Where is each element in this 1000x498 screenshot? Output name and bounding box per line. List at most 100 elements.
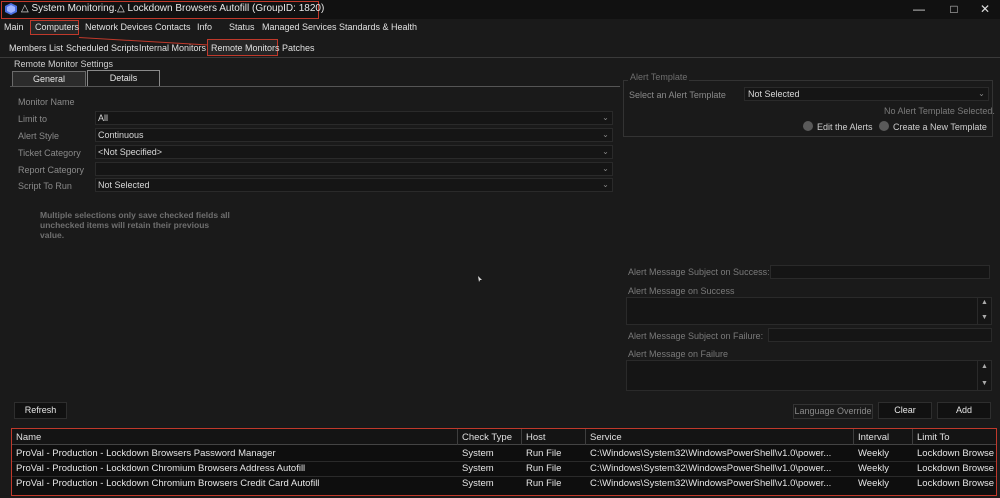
row-interval: Weekly <box>858 463 889 474</box>
menu-managed-services[interactable]: Managed Services <box>262 22 337 32</box>
menu-computers[interactable]: Computers <box>35 22 79 32</box>
refresh-button[interactable]: Refresh <box>14 402 67 419</box>
language-override-button[interactable]: Language Override <box>793 404 873 419</box>
chevron-down-icon: ⌄ <box>602 130 609 139</box>
menu-info[interactable]: Info <box>197 22 212 32</box>
chevron-down-icon: ⌄ <box>602 180 609 189</box>
column-check-type[interactable]: Check Type <box>462 432 512 443</box>
ticket-category-select[interactable]: <Not Specified> ⌄ <box>95 145 613 159</box>
subject-failure-input[interactable] <box>768 328 992 342</box>
ticket-category-label: Ticket Category <box>18 148 81 158</box>
chevron-down-icon: ⌄ <box>602 147 609 156</box>
tabs-divider <box>10 86 620 87</box>
alert-style-label: Alert Style <box>18 131 60 141</box>
row-service: C:\Windows\System32\WindowsPowerShell\v1… <box>590 463 832 474</box>
scroll-up-icon[interactable]: ▲ <box>981 299 988 306</box>
row-limit-to: Lockdown Browse <box>917 448 995 459</box>
tab-internal-monitors[interactable]: Internal Monitors <box>139 43 206 53</box>
message-failure-input[interactable]: ▲ ▼ <box>626 360 992 391</box>
row-service: C:\Windows\System32\WindowsPowerShell\v1… <box>590 448 832 459</box>
column-limit-to[interactable]: Limit To <box>917 432 950 443</box>
script-to-run-select[interactable]: Not Selected ⌄ <box>95 178 613 192</box>
row-host: Run File <box>526 448 562 459</box>
limit-to-select[interactable]: All ⌄ <box>95 111 613 125</box>
scroll-up-icon[interactable]: ▲ <box>981 363 988 370</box>
scrollbar[interactable]: ▲ ▼ <box>977 361 991 390</box>
limit-to-value: All <box>98 113 109 123</box>
window-title: △ System Monitoring.△ Lockdown Browsers … <box>21 3 325 14</box>
add-icon <box>879 121 889 131</box>
row-interval: Weekly <box>858 478 889 489</box>
row-check-type: System <box>462 478 494 489</box>
scrollbar[interactable]: ▲ ▼ <box>977 298 991 324</box>
message-success-label: Alert Message on Success <box>628 286 735 296</box>
main-menu: Main Computers Network Devices Contacts … <box>0 19 1000 38</box>
mouse-cursor-icon <box>478 276 482 282</box>
table-row[interactable]: ProVal - Production - Lockdown Chromium … <box>12 461 996 476</box>
tab-remote-monitors[interactable]: Remote Monitors <box>211 43 280 53</box>
edit-icon <box>803 121 813 131</box>
create-template-label: Create a New Template <box>893 122 987 132</box>
minimize-button[interactable]: — <box>906 1 932 17</box>
alert-template-select[interactable]: Not Selected ⌄ <box>744 87 989 101</box>
menu-main[interactable]: Main <box>4 22 24 32</box>
alert-template-title: Alert Template <box>628 72 690 82</box>
row-check-type: System <box>462 463 494 474</box>
subject-success-input[interactable] <box>770 265 990 279</box>
create-template-button[interactable]: Create a New Template <box>879 121 987 132</box>
edit-alerts-button[interactable]: Edit the Alerts <box>803 121 873 132</box>
column-service[interactable]: Service <box>590 432 622 443</box>
message-success-input[interactable]: ▲ ▼ <box>626 297 992 325</box>
menu-contacts[interactable]: Contacts <box>155 22 191 32</box>
row-service: C:\Windows\System32\WindowsPowerShell\v1… <box>590 478 832 489</box>
report-category-select[interactable]: ⌄ <box>95 162 613 176</box>
row-check-type: System <box>462 448 494 459</box>
alert-style-value: Continuous <box>98 130 144 140</box>
subject-success-label: Alert Message Subject on Success: <box>628 267 770 277</box>
tab-general[interactable]: General <box>12 71 86 86</box>
column-name[interactable]: Name <box>16 432 41 443</box>
column-interval[interactable]: Interval <box>858 432 889 443</box>
column-divider[interactable] <box>457 429 458 445</box>
column-divider[interactable] <box>853 429 854 445</box>
row-name: ProVal - Production - Lockdown Chromium … <box>16 478 320 489</box>
table-row[interactable]: ProVal - Production - Lockdown Browsers … <box>12 446 996 461</box>
message-failure-label: Alert Message on Failure <box>628 349 729 359</box>
edit-alerts-label: Edit the Alerts <box>817 122 873 132</box>
close-button[interactable]: ✕ <box>972 1 998 17</box>
menu-status[interactable]: Status <box>229 22 255 32</box>
column-divider[interactable] <box>912 429 913 445</box>
maximize-button[interactable]: □ <box>941 1 967 17</box>
column-host[interactable]: Host <box>526 432 546 443</box>
tab-members-list[interactable]: Members List <box>9 43 63 53</box>
row-limit-to: Lockdown Browse <box>917 478 995 489</box>
menu-network-devices[interactable]: Network Devices <box>85 22 153 32</box>
column-divider[interactable] <box>585 429 586 445</box>
tab-details[interactable]: Details <box>87 70 160 86</box>
menu-standards-health[interactable]: Standards & Health <box>339 22 417 32</box>
clear-button[interactable]: Clear <box>878 402 932 419</box>
alert-style-select[interactable]: Continuous ⌄ <box>95 128 613 142</box>
chevron-down-icon: ⌄ <box>978 89 985 98</box>
row-host: Run File <box>526 478 562 489</box>
monitor-name-label: Monitor Name <box>18 97 75 107</box>
add-button[interactable]: Add <box>937 402 991 419</box>
tab-patches[interactable]: Patches <box>282 43 315 53</box>
column-divider[interactable] <box>521 429 522 445</box>
settings-group-label: Remote Monitor Settings <box>14 59 114 69</box>
chevron-down-icon: ⌄ <box>602 164 609 173</box>
subject-failure-label: Alert Message Subject on Failure: <box>628 331 764 341</box>
scroll-down-icon[interactable]: ▼ <box>981 380 988 387</box>
row-limit-to: Lockdown Browse <box>917 463 995 474</box>
sub-tabs: Members List Scheduled Scripts Internal … <box>0 38 1000 58</box>
tab-scheduled-scripts[interactable]: Scheduled Scripts <box>66 43 139 53</box>
monitors-table: Name Check Type Host Service Interval Li… <box>11 428 997 496</box>
row-name: ProVal - Production - Lockdown Chromium … <box>16 463 306 474</box>
report-category-label: Report Category <box>18 165 85 175</box>
table-header: Name Check Type Host Service Interval Li… <box>12 429 996 445</box>
scroll-down-icon[interactable]: ▼ <box>981 314 988 321</box>
row-host: Run File <box>526 463 562 474</box>
script-to-run-value: Not Selected <box>98 180 150 190</box>
app-icon <box>5 3 17 15</box>
table-row[interactable]: ProVal - Production - Lockdown Chromium … <box>12 476 996 491</box>
